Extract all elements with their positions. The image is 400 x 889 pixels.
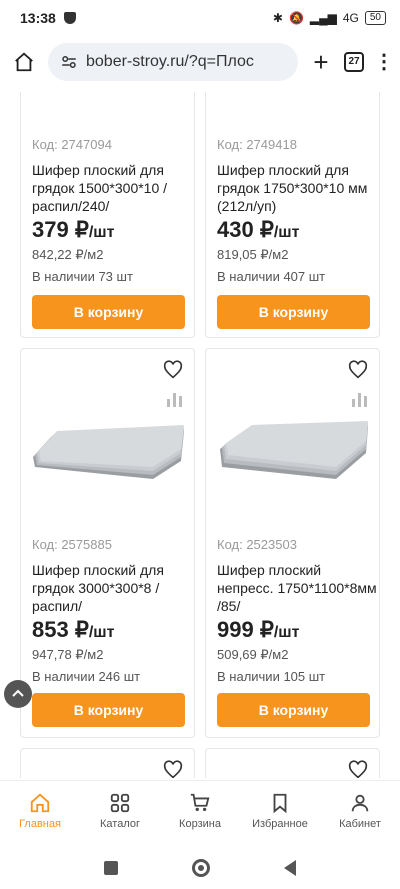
network-type: 4G	[342, 11, 359, 25]
add-to-cart-button[interactable]: В корзину	[32, 295, 185, 329]
tab-switcher-button[interactable]: 27	[344, 52, 364, 72]
bookmark-icon	[273, 793, 287, 813]
product-card[interactable]: Код: 2747094 Шифер плоский для грядок 15…	[20, 92, 195, 338]
product-image[interactable]	[31, 409, 186, 481]
nav-catalog[interactable]: Каталог	[82, 792, 158, 830]
price-per-m2: 509,69 ₽/м2	[217, 647, 289, 662]
product-code: Код: 2749418	[217, 137, 297, 152]
price-per-m2: 819,05 ₽/м2	[217, 247, 289, 262]
add-to-cart-button[interactable]: В корзину	[217, 693, 370, 727]
nav-label: Каталог	[100, 817, 140, 830]
product-card[interactable]: Код: 2749418 Шифер плоский для грядок 17…	[205, 92, 380, 338]
recents-button[interactable]	[104, 860, 118, 875]
add-to-cart-button[interactable]: В корзину	[32, 693, 185, 727]
url-field[interactable]: bober-stroy.ru/?q=Плос	[48, 43, 298, 81]
nav-label: Главная	[19, 817, 61, 830]
product-title[interactable]: Шифер плоский непресс. 1750*1100*8мм /85…	[217, 561, 377, 615]
favorite-heart-icon[interactable]	[347, 359, 369, 381]
compare-chart-icon[interactable]	[351, 391, 369, 407]
favorite-heart-icon[interactable]	[162, 359, 184, 381]
product-price: 853 ₽/шт	[32, 617, 114, 643]
grid-icon	[110, 793, 130, 812]
add-to-cart-button[interactable]: В корзину	[217, 295, 370, 329]
back-button[interactable]	[284, 859, 296, 876]
product-card[interactable]: Код: 2575885 Шифер плоский для грядок 30…	[20, 348, 195, 738]
home-icon	[30, 793, 50, 812]
favorite-heart-icon[interactable]	[347, 759, 369, 778]
product-price: 430 ₽/шт	[217, 217, 299, 243]
price-unit: /шт	[88, 224, 115, 241]
price-value: 999 ₽	[217, 617, 274, 642]
stock-status: В наличии 407 шт	[217, 269, 326, 284]
product-card[interactable]: Код: 2523503 Шифер плоский непресс. 1750…	[205, 348, 380, 738]
product-price: 379 ₽/шт	[32, 217, 114, 243]
price-per-m2: 947,78 ₽/м2	[32, 647, 104, 662]
price-unit: /шт	[88, 624, 115, 641]
price-value: 853 ₽	[32, 617, 89, 642]
stock-status: В наличии 246 шт	[32, 669, 141, 684]
price-unit: /шт	[273, 224, 300, 241]
product-image[interactable]	[216, 409, 371, 481]
bluetooth-icon: ✱	[272, 11, 283, 25]
browser-toolbar: bober-stroy.ru/?q=Плос + 27 ⋮	[0, 40, 400, 84]
nav-label: Корзина	[179, 817, 221, 830]
new-tab-button[interactable]: +	[308, 49, 334, 75]
status-bar: 13:38 ✱ 🔕 ▂▄▆ 4G 50	[0, 0, 400, 36]
product-grid: Код: 2747094 Шифер плоский для грядок 15…	[0, 92, 400, 778]
stock-status: В наличии 73 шт	[32, 269, 133, 284]
product-code: Код: 2523503	[217, 537, 297, 552]
price-value: 430 ₽	[217, 217, 274, 242]
signal-icon: ▂▄▆	[309, 11, 337, 25]
favorite-heart-icon[interactable]	[162, 759, 184, 778]
browser-menu-button[interactable]: ⋮	[374, 52, 394, 72]
product-title[interactable]: Шифер плоский для грядок 3000*300*8 / ра…	[32, 561, 192, 615]
price-value: 379 ₽	[32, 217, 89, 242]
bottom-navigation: Главная Каталог Корзина Избранное Кабине…	[0, 780, 400, 840]
nav-account[interactable]: Кабинет	[322, 792, 398, 830]
product-card[interactable]	[20, 748, 195, 778]
status-time: 13:38	[20, 10, 56, 26]
product-title[interactable]: Шифер плоский для грядок 1500*300*10 / р…	[32, 161, 192, 215]
shield-icon	[63, 12, 76, 24]
product-card[interactable]	[205, 748, 380, 778]
nav-favorites[interactable]: Избранное	[242, 792, 318, 830]
price-unit: /шт	[273, 624, 300, 641]
nav-label: Кабинет	[339, 817, 381, 830]
compare-chart-icon[interactable]	[166, 391, 184, 407]
product-code: Код: 2747094	[32, 137, 112, 152]
home-icon	[15, 52, 33, 72]
url-text: bober-stroy.ru/?q=Плос	[86, 53, 254, 70]
home-system-button[interactable]	[192, 858, 210, 877]
nav-cart[interactable]: Корзина	[162, 792, 238, 830]
system-navigation	[0, 846, 400, 889]
stock-status: В наличии 105 шт	[217, 669, 326, 684]
price-per-m2: 842,22 ₽/м2	[32, 247, 104, 262]
nav-home[interactable]: Главная	[2, 792, 78, 830]
product-code: Код: 2575885	[32, 537, 112, 552]
site-settings-icon	[62, 56, 76, 68]
cart-icon	[190, 793, 210, 811]
battery-icon: 50	[364, 11, 386, 25]
home-button[interactable]	[10, 48, 38, 76]
product-title[interactable]: Шифер плоский для грядок 1750*300*10 мм …	[217, 161, 377, 215]
user-icon	[351, 794, 369, 811]
mute-icon: 🔕	[288, 11, 304, 25]
chevron-up-icon	[12, 689, 24, 697]
product-price: 999 ₽/шт	[217, 617, 299, 643]
status-icons: ✱ 🔕 ▂▄▆ 4G 50	[273, 11, 386, 25]
nav-label: Избранное	[252, 817, 308, 830]
scroll-to-top-button[interactable]	[4, 680, 32, 708]
